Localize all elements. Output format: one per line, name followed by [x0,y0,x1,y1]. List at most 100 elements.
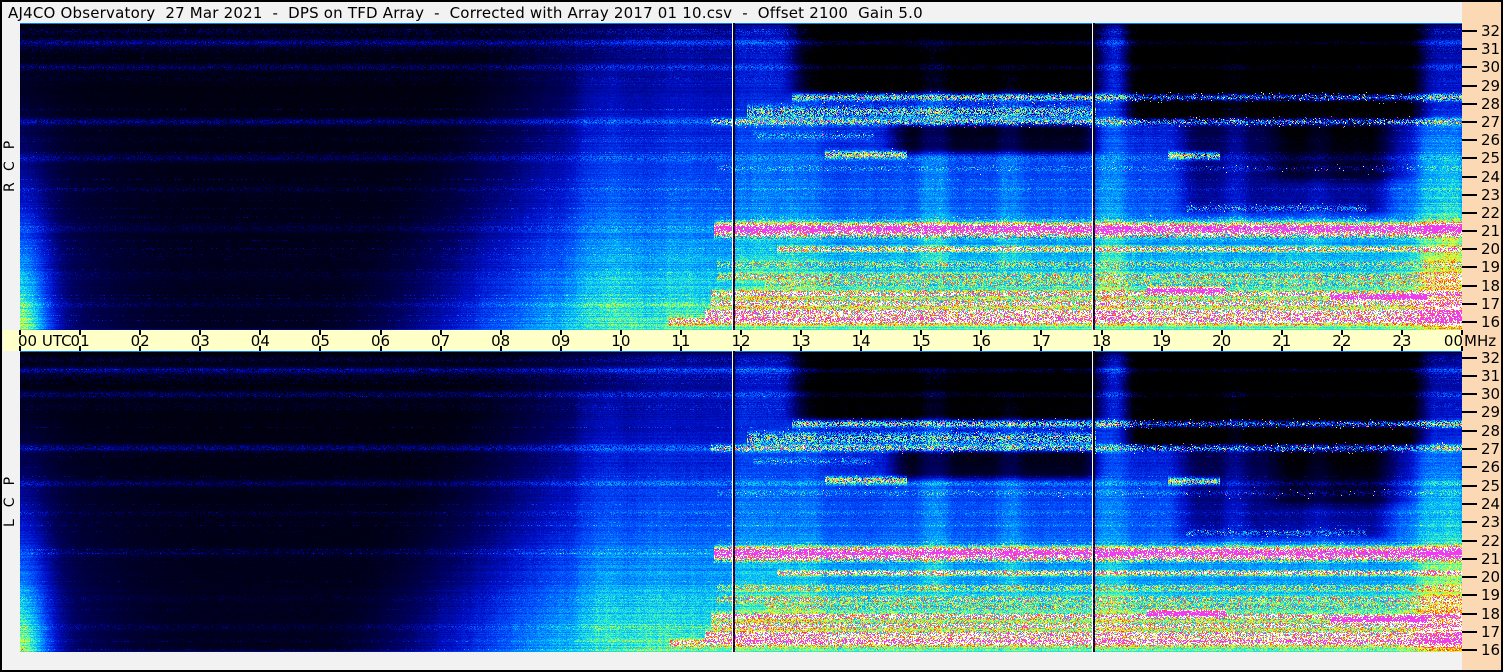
mhz-unit-label: MHz [1464,332,1497,350]
freq-tick [1462,521,1477,524]
freq-tick [1462,84,1477,87]
freq-tick-label: 22 [1481,203,1501,222]
time-tick-label: 23 [1392,332,1412,350]
freq-tick-label: 19 [1481,586,1501,605]
freq-tick [1462,102,1477,105]
freq-tick [1462,484,1477,487]
freq-tick-label: 29 [1481,403,1501,422]
bottom-margin-strip [2,652,1462,670]
time-tick-label: 12 [731,332,751,350]
freq-tick-label: 16 [1481,313,1501,332]
title-bar: AJ4CO Observatory 27 Mar 2021 - DPS on T… [2,2,1462,23]
freq-tick [1462,594,1477,597]
freq-tick [1462,612,1477,615]
freq-tick-label: 18 [1481,604,1501,623]
freq-tick-label: 29 [1481,76,1501,95]
freq-tick [1462,356,1477,359]
freq-tick [1462,48,1477,51]
freq-tick-label: 23 [1481,513,1501,532]
freq-tick-label: 32 [1481,22,1501,40]
freq-tick-label: 25 [1481,476,1501,495]
freq-tick-label: 26 [1481,131,1501,150]
freq-tick-label: 26 [1481,458,1501,477]
freq-tick [1462,248,1477,251]
freq-tick [1462,429,1477,432]
freq-tick [1462,557,1477,560]
freq-tick [1462,502,1477,505]
spectrogram-lcp [20,351,1462,652]
freq-tick [1462,466,1477,469]
freq-tick [1462,539,1477,542]
time-tick-label: 11 [671,332,691,350]
freq-tick [1462,393,1477,396]
time-tick-label: 06 [370,332,391,350]
time-tick-label: 00 UTC [18,332,72,350]
freq-tick-label: 20 [1481,240,1501,259]
time-tick-label: 03 [190,332,210,350]
freq-tick-label: 27 [1481,112,1501,131]
freq-tick [1462,157,1477,160]
freq-tick [1462,30,1477,32]
time-tick-label: 17 [1031,332,1051,350]
freq-tick-label: 30 [1481,385,1501,404]
freq-tick-label: 22 [1481,531,1501,550]
freq-tick [1462,576,1477,579]
freq-tick-label: 25 [1481,149,1501,168]
freq-tick [1462,66,1477,69]
freq-tick-label: 28 [1481,421,1501,440]
time-tick-label: 05 [310,332,330,350]
freq-tick [1462,211,1477,214]
freq-tick-label: 17 [1481,294,1501,313]
freq-tick-label: 30 [1481,58,1501,77]
time-tick-label: 20 [1212,332,1232,350]
freq-tick [1462,284,1477,287]
time-tick-label: 14 [851,332,871,350]
freq-tick-label: 27 [1481,440,1501,458]
time-tick-label: 22 [1332,332,1352,350]
freq-tick-label: 20 [1481,568,1501,587]
time-tick-label: 16 [971,332,991,350]
time-tick-label: 02 [130,332,150,350]
freq-tick-label: 16 [1481,641,1501,660]
time-tick-label: 13 [791,332,811,350]
freq-tick-label: 18 [1481,276,1501,295]
freq-tick [1462,448,1477,450]
freq-tick [1462,266,1477,269]
freq-tick-label: 28 [1481,94,1501,113]
freq-tick-label: 24 [1481,494,1501,513]
time-tick-label: 04 [250,332,270,350]
time-tick-label: 15 [911,332,931,350]
freq-tick-label: 21 [1481,549,1501,568]
freq-tick-label: 31 [1481,366,1501,385]
freq-tick [1462,193,1477,196]
time-tick-label: 19 [1152,332,1172,350]
freq-tick-label: 24 [1481,167,1501,186]
time-tick-label: 07 [431,332,451,350]
freq-tick-label: 31 [1481,40,1501,59]
freq-tick-label: 32 [1481,348,1501,367]
time-tick-label: 21 [1272,332,1292,350]
time-tick-label: 18 [1091,332,1112,350]
freq-tick [1462,374,1477,377]
freq-tick-label: 19 [1481,258,1501,277]
time-tick-label: 01 [70,332,90,350]
freq-tick [1462,649,1477,652]
time-tick-label: 00 [1443,332,1463,350]
freq-tick-label: 21 [1481,222,1501,241]
freq-tick-label: 17 [1481,623,1501,641]
freq-tick [1462,175,1477,178]
freq-tick [1462,321,1477,324]
lcp-panel-label: LCP [2,464,18,528]
time-tick-label: 09 [551,332,571,350]
freq-tick [1462,139,1477,142]
freq-tick [1462,302,1477,305]
spectrogram-rcp [20,23,1462,330]
time-tick-label: 10 [611,332,631,350]
window-title: AJ4CO Observatory 27 Mar 2021 - DPS on T… [8,3,923,22]
freq-tick-label: 23 [1481,185,1501,204]
freq-tick [1462,631,1477,633]
freq-tick [1462,230,1477,233]
freq-tick [1462,411,1477,414]
time-tick-label: 08 [491,332,511,350]
dps-spectrogram-window: AJ4CO Observatory 27 Mar 2021 - DPS on T… [0,0,1503,672]
